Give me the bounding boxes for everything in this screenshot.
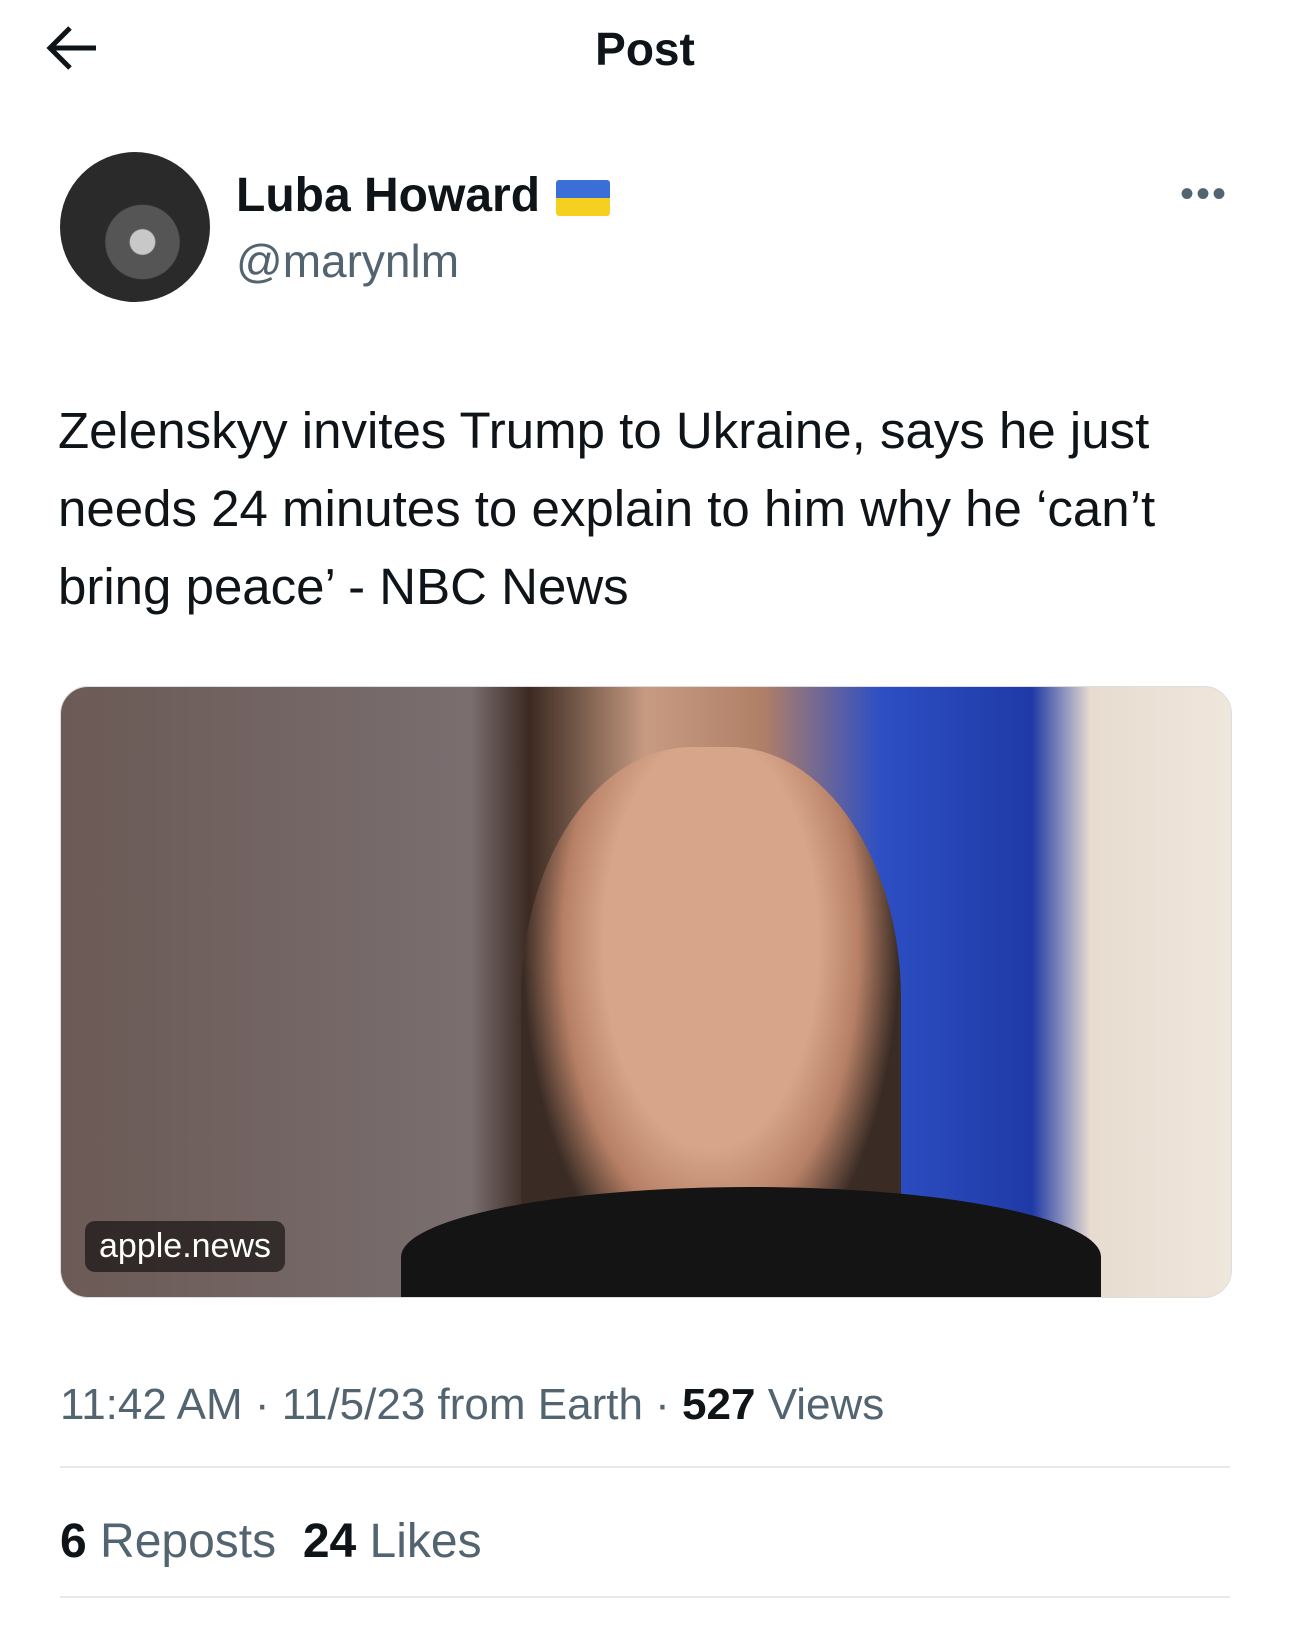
likes-label: Likes — [369, 1515, 482, 1568]
divider — [60, 1596, 1230, 1598]
reposts-count: 6 — [60, 1515, 87, 1568]
post-stats: 6 Reposts 24 Likes — [60, 1514, 482, 1569]
post-from: from Earth — [437, 1380, 643, 1429]
post-meta: 11:42 AM · 11/5/23 from Earth · 527 View… — [60, 1380, 885, 1429]
likes-count: 24 — [302, 1515, 357, 1568]
reposts-label: Reposts — [100, 1515, 277, 1568]
author-name[interactable]: Luba Howard — [236, 168, 611, 223]
post-text: Zelenskyy invites Trump to Ukraine, says… — [58, 402, 1156, 615]
views-count: 527 — [682, 1380, 756, 1429]
page-title: Post — [595, 23, 695, 75]
media-source-badge: apple.news — [85, 1221, 286, 1272]
views-label: Views — [767, 1380, 885, 1429]
likes-link[interactable]: 24 Likes — [303, 1515, 482, 1568]
divider — [60, 1466, 1230, 1468]
author-handle[interactable]: @marynlm — [236, 234, 459, 288]
avatar[interactable] — [60, 152, 210, 302]
link-card-image[interactable]: apple.news — [60, 686, 1232, 1298]
ukraine-flag-icon — [556, 180, 611, 217]
photo-shirt — [401, 1187, 1101, 1297]
post-time: 11:42 AM — [60, 1380, 243, 1429]
author-name-text: Luba Howard — [236, 169, 541, 222]
reposts-link[interactable]: 6 Reposts — [60, 1515, 276, 1568]
more-options-icon[interactable]: ••• — [1180, 172, 1228, 217]
post-date: 11/5/23 — [281, 1380, 426, 1429]
